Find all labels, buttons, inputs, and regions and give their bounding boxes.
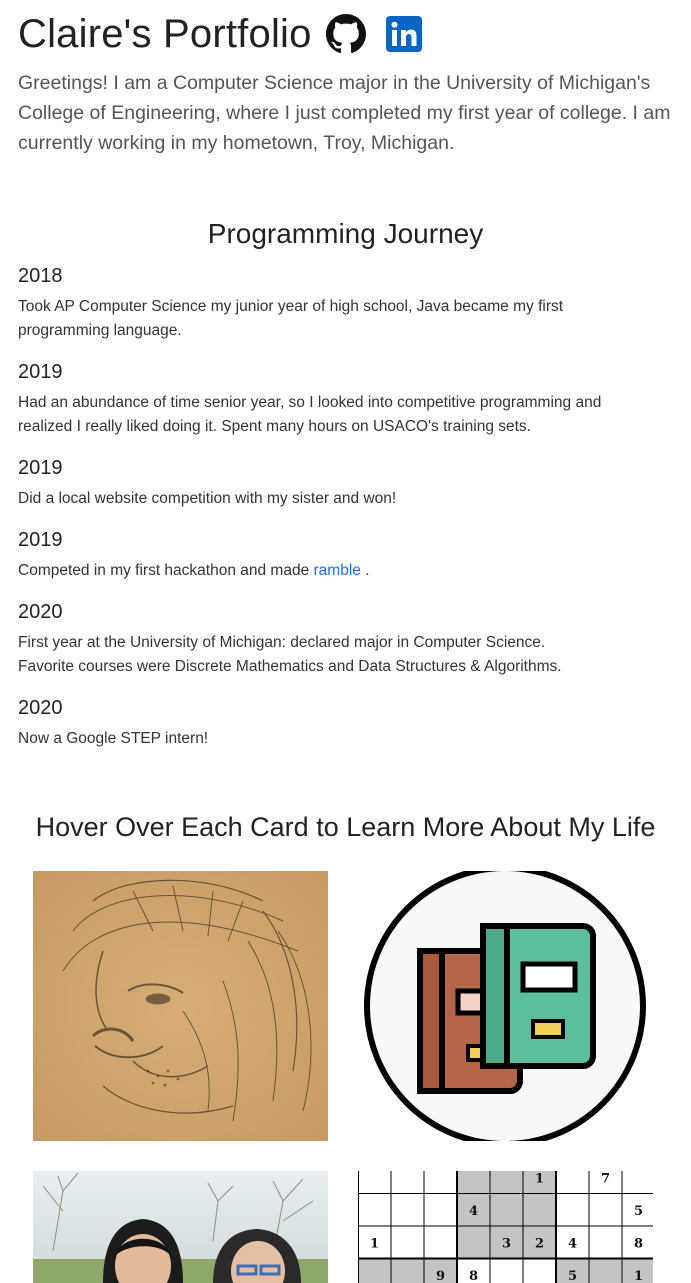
- github-icon[interactable]: [325, 14, 366, 54]
- entry-text: Had an abundance of time senior year, so…: [18, 394, 602, 411]
- sudoku-digit: 8: [469, 1269, 478, 1283]
- sudoku-grid: 1 7 4 5 1 3 2 4 8 9 8 5 1: [358, 1171, 653, 1283]
- sudoku-shaded-cell: [391, 1258, 424, 1283]
- sudoku-shaded-cell: [457, 1171, 490, 1194]
- sudoku-digit: 4: [568, 1236, 577, 1251]
- entry-text: First year at the University of Michigan…: [18, 634, 546, 651]
- sudoku-shaded-cell: [358, 1258, 391, 1283]
- sudoku-digit: 9: [436, 1269, 445, 1283]
- cards-title: Hover Over Each Card to Learn More About…: [35, 812, 656, 842]
- journey-entry: 2020 First year at the University of Mic…: [18, 600, 678, 679]
- intro-paragraph: Greetings! I am a Computer Science major…: [18, 72, 671, 154]
- sudoku-shaded-cell: [490, 1193, 523, 1226]
- entry-year: 2018: [18, 265, 63, 287]
- sudoku-shaded-cell: [589, 1258, 622, 1283]
- lion-drawing-card[interactable]: [33, 871, 328, 1141]
- entry-text: realized I really liked doing it. Spent …: [18, 418, 531, 435]
- sudoku-shaded-cell: [457, 1226, 490, 1259]
- sudoku-digit: 8: [634, 1236, 643, 1251]
- sudoku-shaded-cell: [490, 1171, 523, 1194]
- journey-entry: 2019 Had an abundance of time senior yea…: [18, 360, 678, 439]
- page-header: Claire's Portfolio: [18, 8, 422, 60]
- ramble-link[interactable]: ramble: [314, 562, 361, 579]
- journey-title: Programming Journey: [207, 218, 484, 249]
- sudoku-digit: 2: [535, 1236, 544, 1251]
- journey-entry: 2019 Did a local website competition wit…: [18, 456, 678, 511]
- lion-drawing-image: [33, 871, 328, 1141]
- entry-year: 2019: [18, 529, 63, 551]
- sudoku-digit: 5: [568, 1269, 577, 1283]
- sudoku-digit: 1: [535, 1171, 544, 1186]
- sudoku-digit: 1: [370, 1236, 379, 1251]
- entry-text-after: .: [360, 562, 370, 579]
- entry-text: Took AP Computer Science my junior year …: [18, 298, 564, 315]
- entry-text: Favorite courses were Discrete Mathemati…: [18, 658, 562, 675]
- sudoku-card[interactable]: 1 7 4 5 1 3 2 4 8 9 8 5 1: [358, 1171, 653, 1283]
- entry-text: Did a local website competition with my …: [18, 490, 397, 507]
- sudoku-digit: 4: [469, 1204, 478, 1219]
- journey-entry: 2018 Took AP Computer Science my junior …: [18, 264, 678, 343]
- linkedin-icon[interactable]: [385, 16, 422, 52]
- books-card[interactable]: [358, 871, 653, 1141]
- sudoku-digit: 1: [634, 1269, 643, 1283]
- entry-text: Now a Google STEP intern!: [18, 730, 209, 747]
- sudoku-digit: 3: [502, 1236, 511, 1251]
- page-title: Claire's Portfolio: [18, 12, 312, 56]
- journey-entry: 2020 Now a Google STEP intern!: [18, 696, 678, 751]
- sisters-photo-card[interactable]: [33, 1171, 328, 1283]
- entry-year: 2020: [18, 601, 63, 623]
- entry-text: Competed in my first hackathon and made …: [18, 559, 678, 583]
- books-icon: [358, 871, 653, 1141]
- journey-entry: 2019 Competed in my first hackathon and …: [18, 528, 678, 583]
- entry-text-before: Competed in my first hackathon and made: [18, 562, 314, 579]
- sisters-photo-image: [33, 1171, 328, 1283]
- entry-year: 2019: [18, 361, 63, 383]
- sudoku-shaded-cell: [523, 1193, 556, 1226]
- sudoku-digit: 7: [601, 1171, 610, 1186]
- sudoku-digit: 5: [634, 1204, 643, 1219]
- entry-year: 2020: [18, 697, 63, 719]
- entry-year: 2019: [18, 457, 63, 479]
- entry-text: programming language.: [18, 322, 182, 339]
